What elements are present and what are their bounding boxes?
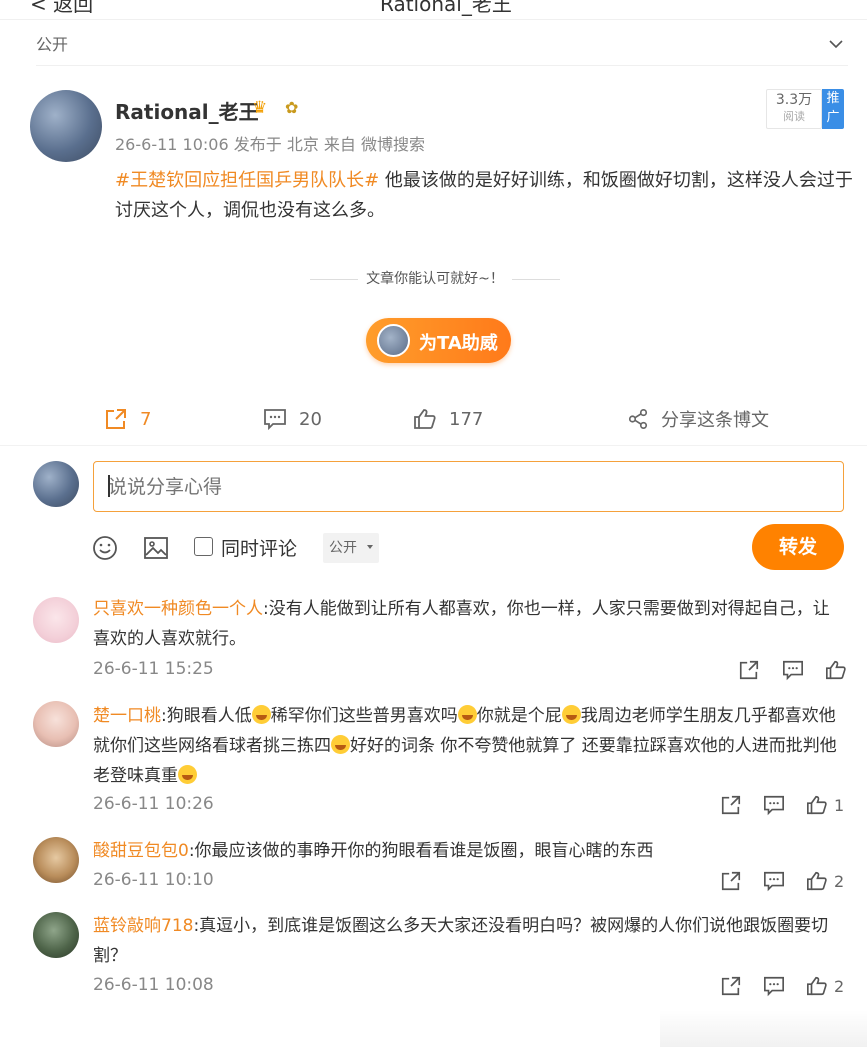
also-comment-label[interactable]: 同时评论 [221, 534, 297, 561]
comment-icon[interactable] [782, 659, 804, 681]
divider-line-right [511, 278, 560, 280]
boost-label: 为TA助威 [419, 333, 498, 354]
like-count: 1 [834, 796, 845, 815]
boost-avatar [377, 324, 410, 357]
forward-icon[interactable] [738, 659, 760, 681]
visibility-row[interactable]: 公开 [36, 30, 848, 66]
laugh-cry-emoticon [561, 705, 581, 724]
commenter-name[interactable]: 蓝铃敲响718 [93, 916, 193, 936]
read-unit: 阅读 [783, 110, 805, 123]
also-comment-checkbox[interactable] [194, 537, 213, 556]
comment-actions: 2 [720, 975, 848, 999]
comment-icon[interactable] [763, 794, 785, 816]
page-title: Rational_老王 [380, 0, 512, 16]
like-count: 177 [449, 408, 484, 430]
comment-body: 只喜欢一种颜色一个人:没有人能做到让所有人都喜欢，你也一样，人家只需要做到对得起… [93, 594, 845, 654]
thumbs-up-icon[interactable] [806, 794, 828, 816]
share-label: 分享这条博文 [661, 410, 769, 431]
read-count-badge: 3.3万 阅读 [766, 89, 822, 129]
my-avatar [33, 461, 79, 507]
comment-text: :狗眼看人低 [161, 706, 252, 726]
like-button[interactable]: 177 [413, 406, 483, 432]
caret-down-icon [367, 545, 373, 549]
laugh-cry-emoticon [457, 705, 477, 724]
commenter-avatar[interactable] [33, 701, 79, 747]
read-count: 3.3万 [775, 92, 813, 108]
commenter-name[interactable]: 酸甜豆包包0 [93, 841, 189, 861]
promote-button[interactable]: 推广 [822, 89, 844, 129]
comment-time: 26-6-11 10:10 [93, 870, 214, 890]
comment-actions: 1 [720, 794, 848, 818]
hashtag-link[interactable]: #王楚钦回应担任国乒男队队长# [115, 170, 379, 191]
laugh-cry-emoticon [251, 705, 271, 724]
top-bar: < 返回 Rational_老王 [0, 0, 867, 20]
chevron-down-icon[interactable] [828, 36, 844, 52]
comment-actions: 2 [720, 870, 848, 894]
repost-submit-button[interactable]: 转发 [752, 524, 844, 570]
comment-text: 稀罕你们这些普男喜欢吗 [270, 706, 458, 726]
comment-body: 楚一口桃:狗眼看人低 稀罕你们这些普男喜欢吗 你就是个屁 我周边老师学生朋友几乎都喜欢… [93, 701, 845, 791]
comment-icon[interactable] [763, 870, 785, 892]
text-cursor [108, 475, 110, 497]
forward-count: 7 [140, 408, 152, 430]
forward-button[interactable]: 7 [104, 406, 151, 432]
comment-icon [264, 409, 286, 431]
thumbs-up-icon[interactable] [806, 870, 828, 892]
visibility-label: 公开 [36, 35, 69, 54]
sunflower-icon: ✿ [285, 98, 299, 117]
forward-icon [106, 409, 126, 429]
comment-time: 26-6-11 10:26 [93, 794, 214, 814]
author-avatar[interactable] [30, 90, 102, 162]
forward-icon[interactable] [720, 794, 742, 816]
boost-button[interactable]: 为TA助威 [366, 318, 511, 363]
share-button[interactable]: 分享这条博文 [627, 406, 769, 432]
forward-icon[interactable] [720, 870, 742, 892]
like-count: 2 [834, 872, 845, 891]
divider-text: 文章你能认可就好~！ [366, 271, 504, 287]
divider-line-left [310, 278, 359, 280]
comment-text: :真逗小，到底谁是饭圈这么多天大家还没看明白吗？被网爆的人你们说他跟饭圈要切割？ [93, 916, 829, 966]
share-icon [628, 409, 648, 429]
comment-button[interactable]: 20 [263, 406, 322, 432]
forward-icon[interactable] [720, 975, 742, 997]
visibility-select-value: 公开 [329, 540, 357, 556]
comment-actions [738, 659, 848, 683]
commenter-avatar[interactable] [33, 597, 79, 643]
repost-input[interactable] [93, 461, 844, 512]
thumbs-up-icon [414, 409, 436, 429]
comment-body: 蓝铃敲响718:真逗小，到底谁是饭圈这么多天大家还没看明白吗？被网爆的人你们说他… [93, 911, 845, 971]
like-count: 2 [834, 977, 845, 996]
crown-icon: ♛ [252, 98, 268, 118]
comment-time: 26-6-11 15:25 [93, 659, 214, 679]
comment-text: 你就是个屁 [476, 706, 562, 726]
thumbs-up-icon[interactable] [825, 659, 847, 681]
emoji-icon[interactable] [92, 534, 118, 562]
visibility-select[interactable]: 公开 [323, 533, 379, 563]
action-bar: 7 20 177 分享这条博文 [0, 398, 867, 446]
commenter-avatar[interactable] [33, 912, 79, 958]
post-body: #王楚钦回应担任国乒男队队长# 他最该做的是好好训练，和饭圈做好切割，这样没人会… [115, 166, 855, 226]
commenter-avatar[interactable] [33, 837, 79, 883]
comment-text: :你最应该做的事睁开你的狗眼看看谁是饭圈，眼盲心瞎的东西 [188, 841, 654, 861]
thumbs-up-icon[interactable] [806, 975, 828, 997]
comment-body: 酸甜豆包包0:你最应该做的事睁开你的狗眼看看谁是饭圈，眼盲心瞎的东西 [93, 836, 845, 866]
comment-count: 20 [299, 408, 322, 430]
commenter-name[interactable]: 楚一口桃 [93, 706, 161, 726]
author-name[interactable]: Rational_老王 [115, 96, 259, 125]
post-meta: 26-6-11 10:06 发布于 北京 来自 微博搜索 [115, 135, 425, 154]
commenter-name[interactable]: 只喜欢一种颜色一个人 [93, 599, 263, 619]
comment-icon[interactable] [763, 975, 785, 997]
comment-time: 26-6-11 10:08 [93, 975, 214, 995]
image-icon[interactable] [143, 534, 169, 562]
back-button[interactable]: < 返回 [30, 0, 93, 17]
bottom-fade [660, 1010, 867, 1047]
article-divider: 文章你能认可就好~！ [300, 268, 570, 288]
laugh-cry-emoticon [331, 735, 350, 754]
promote-label: 推广 [826, 91, 840, 125]
laugh-cry-emoticon [178, 765, 197, 784]
